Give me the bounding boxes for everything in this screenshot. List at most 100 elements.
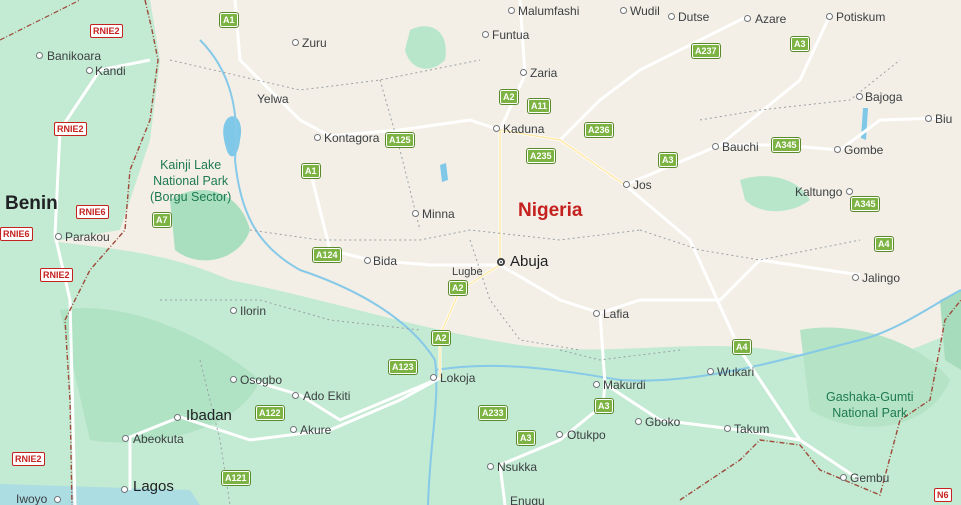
city-dot-icon [364, 257, 371, 264]
city-label-bida[interactable]: Bida [373, 254, 397, 268]
road-shield-a1: A1 [220, 13, 238, 27]
city-label-zuru[interactable]: Zuru [302, 36, 327, 50]
park-line: Kainji Lake [160, 158, 222, 172]
city-dot-icon [86, 67, 93, 74]
city-dot-icon [174, 414, 181, 421]
road-shield-rnie6: RNIE6 [76, 205, 109, 219]
park-label-gashaka[interactable]: Gashaka-Gumti National Park [826, 389, 914, 421]
city-label-ibadan[interactable]: Ibadan [186, 408, 232, 423]
city-label-lokoja[interactable]: Lokoja [440, 371, 475, 385]
city-label-parakou[interactable]: Parakou [65, 230, 110, 244]
city-label-kontagora[interactable]: Kontagora [324, 131, 379, 145]
city-dot-icon [230, 307, 237, 314]
city-dot-icon [482, 31, 489, 38]
city-label-ilorin[interactable]: Ilorin [240, 304, 266, 318]
road-shield-a345: A345 [772, 138, 800, 152]
road-shield-a2: A2 [500, 90, 518, 104]
road-shield-a235: A235 [527, 149, 555, 163]
city-label-abeokuta[interactable]: Abeokuta [133, 432, 184, 446]
city-dot-icon [712, 143, 719, 150]
city-label-takum[interactable]: Takum [734, 422, 769, 436]
city-dot-icon [487, 463, 494, 470]
city-label-bauchi[interactable]: Bauchi [722, 140, 759, 154]
city-label-gboko[interactable]: Gboko [645, 415, 680, 429]
map-canvas[interactable]: Benin Nigeria Kainji Lake National Park … [0, 0, 961, 505]
city-dot-icon [290, 426, 297, 433]
city-label-kaduna[interactable]: Kaduna [503, 122, 544, 136]
city-dot-icon [230, 376, 237, 383]
city-label-nsukka[interactable]: Nsukka [497, 460, 537, 474]
city-label-jalingo[interactable]: Jalingo [862, 271, 900, 285]
city-dot-icon [493, 125, 500, 132]
city-label-potiskum[interactable]: Potiskum [836, 10, 885, 24]
road-shield-a4: A4 [733, 340, 751, 354]
city-label-akure[interactable]: Akure [300, 423, 331, 437]
road-shield-a2: A2 [449, 281, 467, 295]
city-label-dutse[interactable]: Dutse [678, 10, 709, 24]
city-label-gombe[interactable]: Gombe [844, 143, 883, 157]
road-shield-a3: A3 [659, 153, 677, 167]
city-label-kandi[interactable]: Kandi [95, 64, 126, 78]
road-shield-a11: A11 [528, 99, 551, 113]
road-shield-a2: A2 [432, 331, 450, 345]
city-dot-icon [724, 425, 731, 432]
city-label-osogbo[interactable]: Osogbo [240, 373, 282, 387]
city-dot-icon [707, 368, 714, 375]
city-label-yelwa[interactable]: Yelwa [257, 92, 289, 106]
city-dot-icon [593, 381, 600, 388]
country-label-benin: Benin [5, 193, 58, 214]
park-label-kainji[interactable]: Kainji Lake National Park (Borgu Sector) [150, 157, 231, 205]
city-dot-icon [55, 233, 62, 240]
city-label-biu[interactable]: Biu [935, 112, 952, 126]
country-label-nigeria: Nigeria [518, 200, 583, 221]
city-dot-icon [623, 181, 630, 188]
city-dot-icon [635, 418, 642, 425]
road-shield-a124: A124 [313, 248, 341, 262]
city-label-zaria[interactable]: Zaria [530, 66, 557, 80]
city-dot-icon [593, 310, 600, 317]
city-label-wukari[interactable]: Wukari [717, 365, 754, 379]
city-label-kaltungo[interactable]: Kaltungo [795, 185, 842, 199]
road-shield-a1: A1 [302, 164, 320, 178]
city-dot-icon [852, 274, 859, 281]
city-dot-icon [430, 374, 437, 381]
city-label-otukpo[interactable]: Otukpo [567, 428, 606, 442]
city-label-bajoga[interactable]: Bajoga [865, 90, 902, 104]
city-label-jos[interactable]: Jos [633, 178, 652, 192]
city-label-azare[interactable]: Azare [755, 12, 786, 26]
city-label-funtua[interactable]: Funtua [492, 28, 529, 42]
city-dot-icon [556, 431, 563, 438]
park-line: (Borgu Sector) [150, 190, 232, 204]
road-shield-a4: A4 [875, 237, 893, 251]
city-label-enugu[interactable]: Enugu [510, 494, 545, 505]
road-shield-a233: A233 [479, 406, 507, 420]
city-label-wudil[interactable]: Wudil [630, 4, 660, 18]
city-dot-icon [834, 146, 841, 153]
city-label-banikoara[interactable]: Banikoara [47, 49, 101, 63]
city-label-gembu[interactable]: Gembu [850, 471, 889, 485]
city-label-lugbe[interactable]: Lugbe [452, 265, 483, 279]
city-label-ado-ekiti[interactable]: Ado Ekiti [303, 389, 350, 403]
city-dot-icon [292, 392, 299, 399]
city-label-makurdi[interactable]: Makurdi [603, 378, 646, 392]
road-shield-a121: A121 [222, 471, 250, 485]
capital-marker-icon[interactable] [497, 258, 505, 266]
road-shield-a125: A125 [386, 133, 414, 147]
road-shield-rnie6: RNIE6 [0, 227, 33, 241]
city-label-lagos[interactable]: Lagos [133, 479, 174, 494]
city-label-abuja[interactable]: Abuja [510, 254, 548, 269]
park-line: National Park [153, 174, 229, 188]
road-shield-a7: A7 [153, 213, 171, 227]
city-label-malumfashi[interactable]: Malumfashi [518, 4, 579, 18]
road-shield-rnie2: RNIE2 [54, 122, 87, 136]
city-label-iwoyo[interactable]: Iwoyo [16, 492, 47, 505]
city-label-minna[interactable]: Minna [422, 207, 455, 221]
city-dot-icon [826, 13, 833, 20]
road-shield-a122: A122 [256, 406, 284, 420]
city-label-lafia[interactable]: Lafia [603, 307, 629, 321]
park-line: National Park [832, 406, 908, 420]
map-base-layer [0, 0, 961, 505]
road-shield-a123: A123 [389, 360, 417, 374]
city-dot-icon [856, 93, 863, 100]
road-shield-a3: A3 [517, 431, 535, 445]
